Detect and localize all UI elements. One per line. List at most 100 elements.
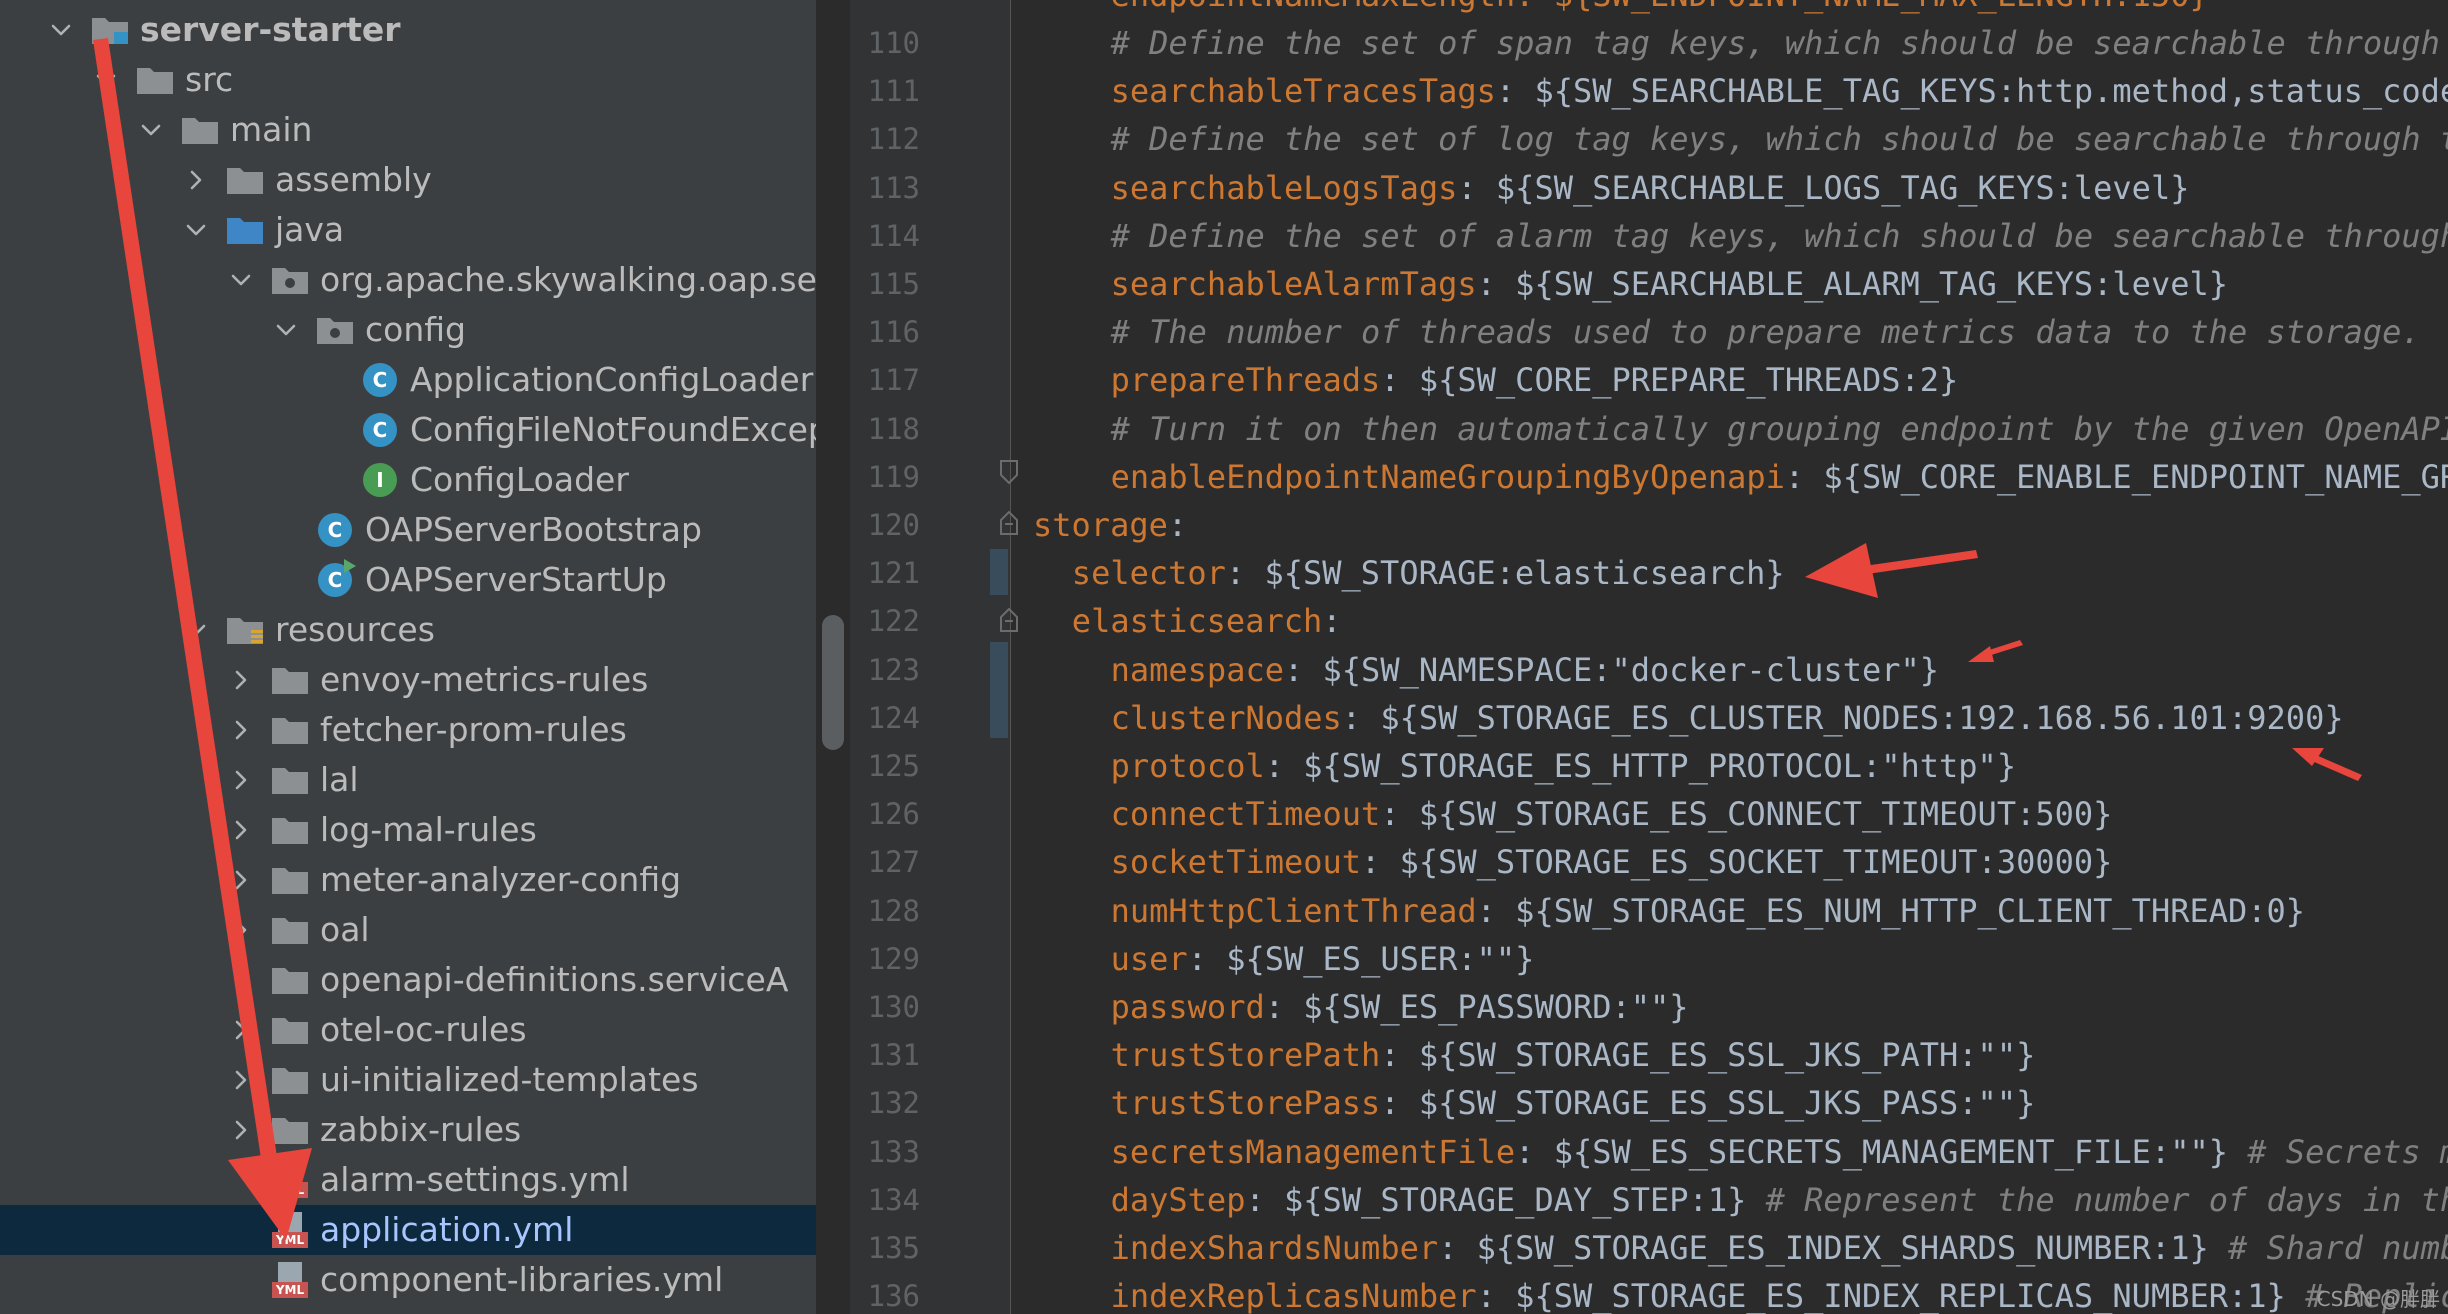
chevron-down-icon[interactable] <box>271 315 301 345</box>
code-line[interactable]: trustStorePath: ${SW_STORAGE_ES_SSL_JKS_… <box>1111 1031 2036 1079</box>
tree-item-resources[interactable]: resources <box>0 605 816 655</box>
line-number[interactable]: 126 <box>850 790 920 838</box>
line-number[interactable]: 115 <box>850 260 920 308</box>
code-line[interactable]: namespace: ${SW_NAMESPACE:"docker-cluste… <box>1111 646 1939 694</box>
code-line[interactable]: searchableAlarmTags: ${SW_SEARCHABLE_ALA… <box>1111 260 2228 308</box>
code-line[interactable]: clusterNodes: ${SW_STORAGE_ES_CLUSTER_NO… <box>1111 694 2344 742</box>
tree-item-oapserverstartup[interactable]: C OAPServerStartUp <box>0 555 816 605</box>
chevron-right-icon[interactable] <box>226 765 256 795</box>
chevron-down-icon[interactable] <box>136 115 166 145</box>
code-line[interactable]: socketTimeout: ${SW_STORAGE_ES_SOCKET_TI… <box>1111 838 2113 886</box>
tree-item-ui-initialized-templates[interactable]: ui-initialized-templates <box>0 1055 816 1105</box>
chevron-right-icon[interactable] <box>226 865 256 895</box>
code-line[interactable]: numHttpClientThread: ${SW_STORAGE_ES_NUM… <box>1111 887 2305 935</box>
line-number[interactable]: 121 <box>850 549 920 597</box>
code-line[interactable]: indexReplicasNumber: ${SW_STORAGE_ES_IND… <box>1111 1272 2448 1314</box>
line-number[interactable]: 113 <box>850 164 920 212</box>
chevron-down-icon[interactable] <box>226 265 256 295</box>
tree-item-assembly[interactable]: assembly <box>0 155 816 205</box>
code-line[interactable]: prepareThreads: ${SW_CORE_PREPARE_THREAD… <box>1111 356 1959 404</box>
line-number[interactable]: 131 <box>850 1031 920 1079</box>
line-number[interactable]: 128 <box>850 887 920 935</box>
vcs-change-marker[interactable] <box>990 642 1008 738</box>
chevron-right-icon[interactable] <box>226 665 256 695</box>
chevron-down-icon[interactable] <box>181 615 211 645</box>
chevron-right-icon[interactable] <box>181 165 211 195</box>
code-line[interactable]: searchableLogsTags: ${SW_SEARCHABLE_LOGS… <box>1111 164 2190 212</box>
tree-item-main[interactable]: main <box>0 105 816 155</box>
code-editor[interactable]: endpointNameMaxLength: ${SW_ENDPOINT_NAM… <box>1025 0 2448 1314</box>
tree-item-log-mal-rules[interactable]: log-mal-rules <box>0 805 816 855</box>
code-line[interactable]: connectTimeout: ${SW_STORAGE_ES_CONNECT_… <box>1111 790 2113 838</box>
tree-item-application-yml[interactable]: YML application.yml <box>0 1205 816 1255</box>
line-number[interactable]: 111 <box>850 67 920 115</box>
tree-item-config[interactable]: config <box>0 305 816 355</box>
chevron-down-icon[interactable] <box>46 15 76 45</box>
tree-item-server-starter[interactable]: server-starter <box>0 5 816 55</box>
code-line[interactable]: selector: ${SW_STORAGE:elasticsearch} <box>1072 549 1785 597</box>
fold-end-icon[interactable] <box>998 459 1020 485</box>
line-number[interactable]: 110 <box>850 19 920 67</box>
line-number[interactable]: 122 <box>850 597 920 645</box>
tree-item-openapi-definitions-servicea[interactable]: openapi-definitions.serviceA <box>0 955 816 1005</box>
tree-item-otel-oc-rules[interactable]: otel-oc-rules <box>0 1005 816 1055</box>
tree-item-configloader[interactable]: I ConfigLoader <box>0 455 816 505</box>
tree-item-org-apache-skywalking-oap-server[interactable]: org.apache.skywalking.oap.server <box>0 255 816 305</box>
code-line[interactable]: storage: <box>1033 501 1187 549</box>
line-number[interactable]: 134 <box>850 1176 920 1224</box>
line-number[interactable]: 119 <box>850 453 920 501</box>
tree-item-meter-analyzer-config[interactable]: meter-analyzer-config <box>0 855 816 905</box>
project-tree-scrollbar[interactable] <box>822 615 844 750</box>
code-line[interactable]: user: ${SW_ES_USER:""} <box>1111 935 1535 983</box>
line-number[interactable]: 129 <box>850 935 920 983</box>
line-number[interactable]: 125 <box>850 742 920 790</box>
tree-item-lal[interactable]: lal <box>0 755 816 805</box>
chevron-right-icon[interactable] <box>226 1065 256 1095</box>
vcs-change-marker[interactable] <box>990 549 1008 595</box>
code-line[interactable]: dayStep: ${SW_STORAGE_DAY_STEP:1} # Repr… <box>1111 1176 2448 1224</box>
chevron-down-icon[interactable] <box>181 215 211 245</box>
chevron-right-icon[interactable] <box>226 715 256 745</box>
code-line[interactable]: enableEndpointNameGroupingByOpenapi: ${S… <box>1111 453 2448 501</box>
chevron-down-icon[interactable] <box>91 65 121 95</box>
tree-item-zabbix-rules[interactable]: zabbix-rules <box>0 1105 816 1155</box>
fold-collapse-icon[interactable] <box>998 510 1020 536</box>
code-line[interactable]: trustStorePass: ${SW_STORAGE_ES_SSL_JKS_… <box>1111 1079 2036 1127</box>
code-line[interactable]: searchableTracesTags: ${SW_SEARCHABLE_TA… <box>1111 67 2448 115</box>
line-number[interactable]: 118 <box>850 405 920 453</box>
fold-collapse-icon[interactable] <box>998 607 1020 633</box>
code-line[interactable]: password: ${SW_ES_PASSWORD:""} <box>1111 983 1689 1031</box>
tree-item-applicationconfigloader[interactable]: C ApplicationConfigLoader <box>0 355 816 405</box>
tree-item-component-libraries-yml[interactable]: YML component-libraries.yml <box>0 1255 816 1305</box>
line-number[interactable]: 117 <box>850 356 920 404</box>
line-number[interactable]: 130 <box>850 983 920 1031</box>
chevron-right-icon[interactable] <box>226 1115 256 1145</box>
chevron-right-icon[interactable] <box>226 815 256 845</box>
line-number[interactable]: 135 <box>850 1224 920 1272</box>
code-line[interactable]: # Define the set of alarm tag keys, whic… <box>1111 212 2448 260</box>
code-line[interactable]: # Turn it on then automatically grouping… <box>1111 405 2448 453</box>
line-number[interactable]: 132 <box>850 1079 920 1127</box>
code-line[interactable]: indexShardsNumber: ${SW_STORAGE_ES_INDEX… <box>1111 1224 2448 1272</box>
tree-item-oal[interactable]: oal <box>0 905 816 955</box>
line-number[interactable]: 112 <box>850 115 920 163</box>
code-line[interactable]: secretsManagementFile: ${SW_ES_SECRETS_M… <box>1111 1128 2448 1176</box>
tree-item-fetcher-prom-rules[interactable]: fetcher-prom-rules <box>0 705 816 755</box>
line-number[interactable]: 116 <box>850 308 920 356</box>
code-line[interactable]: elasticsearch: <box>1072 597 1342 645</box>
code-line[interactable]: # The number of threads used to prepare … <box>1111 308 2421 356</box>
line-number[interactable]: 136 <box>850 1272 920 1314</box>
code-line[interactable]: # Define the set of span tag keys, which… <box>1111 19 2448 67</box>
line-number[interactable]: 120 <box>850 501 920 549</box>
tree-item-configfilenotfoundexception[interactable]: C ConfigFileNotFoundException <box>0 405 816 455</box>
chevron-right-icon[interactable] <box>226 1015 256 1045</box>
tree-item-java[interactable]: java <box>0 205 816 255</box>
line-number[interactable]: 133 <box>850 1128 920 1176</box>
chevron-right-icon[interactable] <box>226 915 256 945</box>
line-number[interactable]: 127 <box>850 838 920 886</box>
line-number[interactable]: 114 <box>850 212 920 260</box>
line-number[interactable]: 123 <box>850 646 920 694</box>
tree-item-oapserverbootstrap[interactable]: C OAPServerBootstrap <box>0 505 816 555</box>
tree-item-src[interactable]: src <box>0 55 816 105</box>
code-line[interactable]: protocol: ${SW_STORAGE_ES_HTTP_PROTOCOL:… <box>1111 742 2016 790</box>
